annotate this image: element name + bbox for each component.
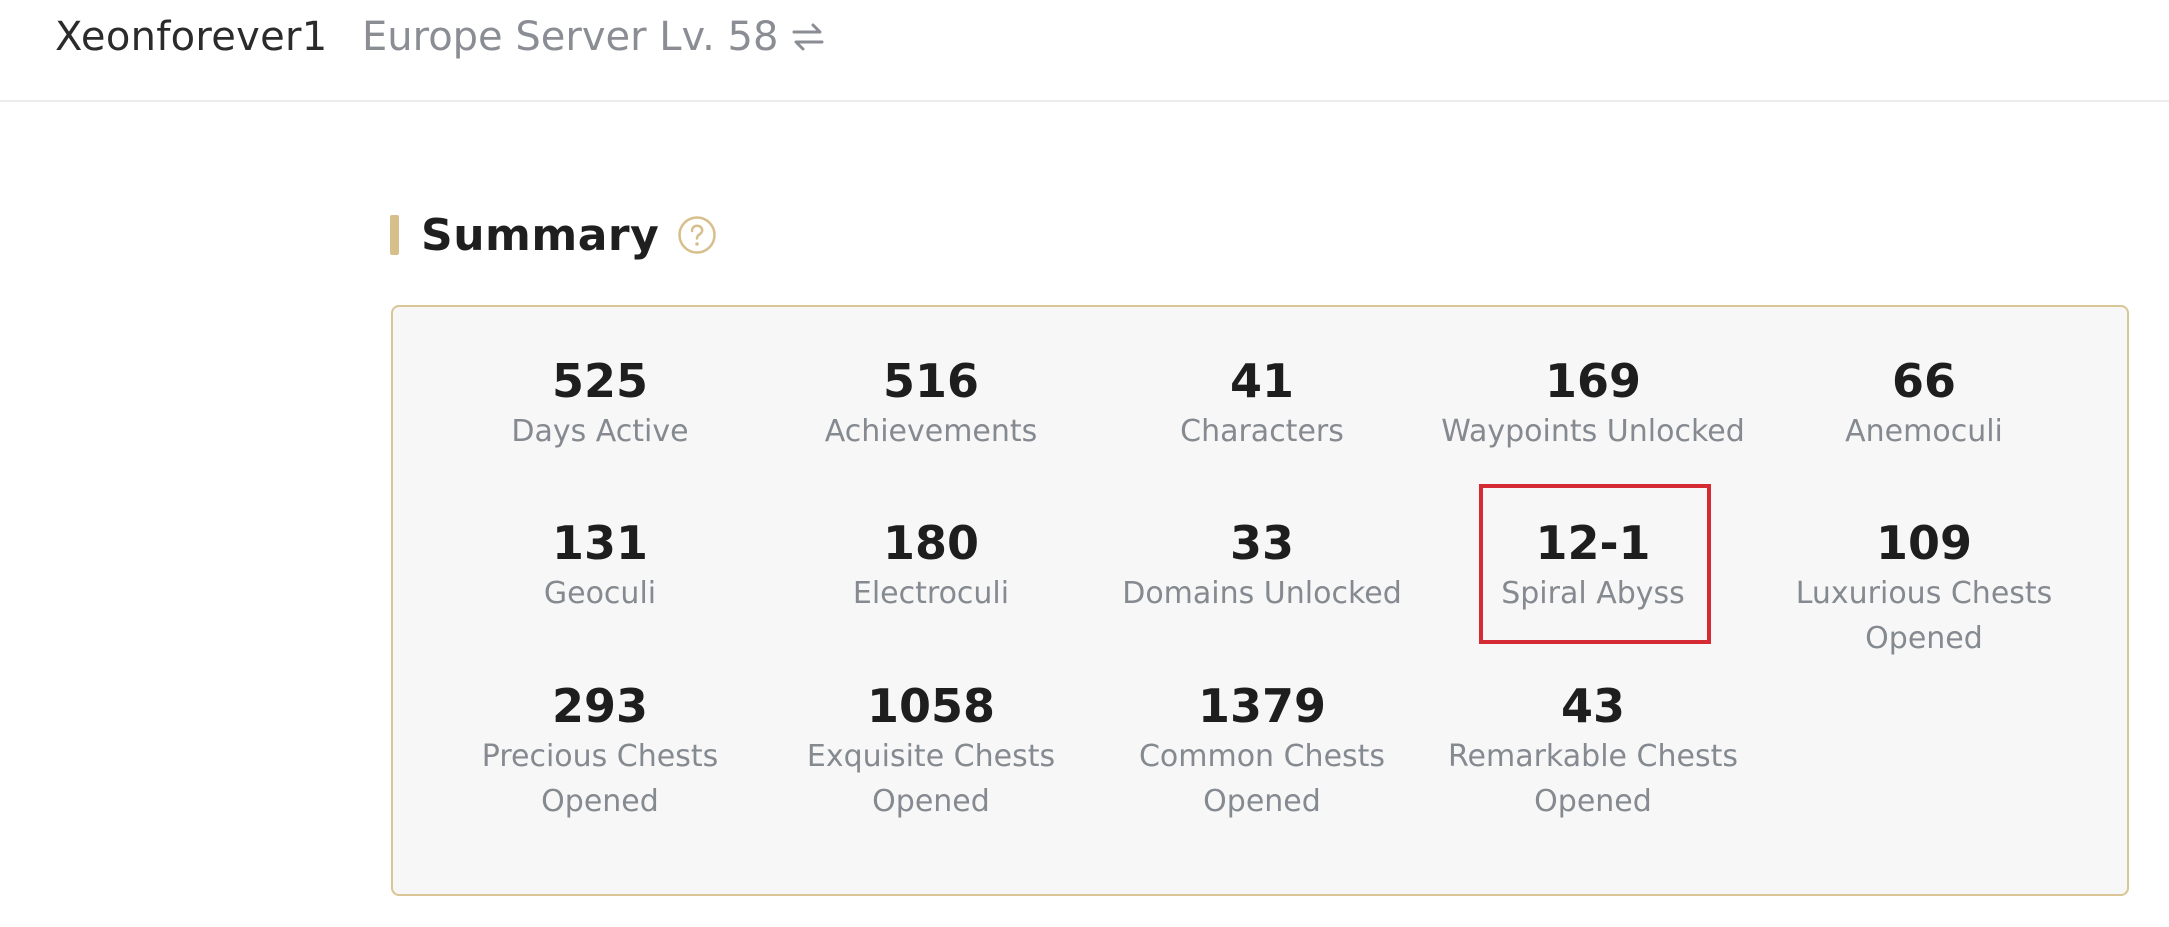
- swap-arrows-icon[interactable]: [790, 19, 826, 55]
- stat-luxurious-chests: 109 Luxurious Chests Opened: [1784, 515, 2064, 661]
- summary-header: Summary: [390, 205, 717, 265]
- stat-value: 516: [882, 354, 980, 408]
- accent-bar: [390, 215, 399, 255]
- stat-label: Exquisite Chests Opened: [806, 739, 1056, 819]
- stat-label: Luxurious Chests Opened: [1795, 576, 2053, 656]
- stat-value: 12-1: [1535, 516, 1651, 570]
- stat-label: Characters: [1180, 414, 1344, 449]
- stat-label: Common Chests Opened: [1138, 739, 1386, 819]
- stat-value: 131: [551, 516, 649, 570]
- stat-spiral-abyss: 12-1 Spiral Abyss: [1433, 515, 1753, 616]
- server-label: Europe Server Lv. 58: [362, 14, 779, 60]
- stat-value: 169: [1544, 354, 1642, 408]
- stat-value: 33: [1229, 516, 1294, 570]
- stat-value: 180: [882, 516, 980, 570]
- stat-value: 293: [551, 679, 649, 733]
- stat-characters: 41 Characters: [1102, 353, 1422, 454]
- stat-label: Electroculi: [852, 576, 1010, 611]
- section-title: Summary: [421, 209, 660, 261]
- stat-label: Remarkable Chests Opened: [1448, 739, 1738, 819]
- stat-electroculi: 180 Electroculi: [771, 515, 1091, 616]
- stat-value: 109: [1875, 516, 1973, 570]
- stat-label: Anemoculi: [1845, 414, 2003, 449]
- stat-days-active: 525 Days Active: [440, 353, 760, 454]
- username: Xeonforever1: [55, 14, 328, 60]
- stat-anemoculi: 66 Anemoculi: [1764, 353, 2084, 454]
- stat-value: 1058: [866, 679, 996, 733]
- stat-value: 66: [1891, 354, 1956, 408]
- stat-label: Geoculi: [543, 576, 657, 611]
- stat-value: 1379: [1197, 679, 1327, 733]
- stat-precious-chests: 293 Precious Chests Opened: [475, 678, 725, 824]
- stat-exquisite-chests: 1058 Exquisite Chests Opened: [806, 678, 1056, 824]
- question-circle-icon[interactable]: [677, 215, 717, 255]
- stat-label: Precious Chests Opened: [481, 739, 719, 819]
- stat-value: 525: [551, 354, 649, 408]
- stat-value: 43: [1560, 679, 1625, 733]
- stat-label: Spiral Abyss: [1501, 576, 1685, 611]
- server-switcher[interactable]: Europe Server Lv. 58: [362, 14, 826, 60]
- stat-label: Waypoints Unlocked: [1441, 414, 1745, 449]
- stat-domains-unlocked: 33 Domains Unlocked: [1102, 515, 1422, 616]
- stat-remarkable-chests: 43 Remarkable Chests Opened: [1448, 678, 1738, 824]
- stat-waypoints-unlocked: 169 Waypoints Unlocked: [1433, 353, 1753, 454]
- stat-achievements: 516 Achievements: [771, 353, 1091, 454]
- stat-label: Days Active: [511, 414, 689, 449]
- stat-geoculi: 131 Geoculi: [440, 515, 760, 616]
- summary-card: 525 Days Active 516 Achievements 41 Char…: [391, 305, 2129, 896]
- stat-label: Domains Unlocked: [1122, 576, 1402, 611]
- stat-value: 41: [1229, 354, 1294, 408]
- stat-common-chests: 1379 Common Chests Opened: [1137, 678, 1387, 824]
- top-bar: Xeonforever1 Europe Server Lv. 58: [0, 0, 2169, 102]
- stat-label: Achievements: [824, 414, 1038, 449]
